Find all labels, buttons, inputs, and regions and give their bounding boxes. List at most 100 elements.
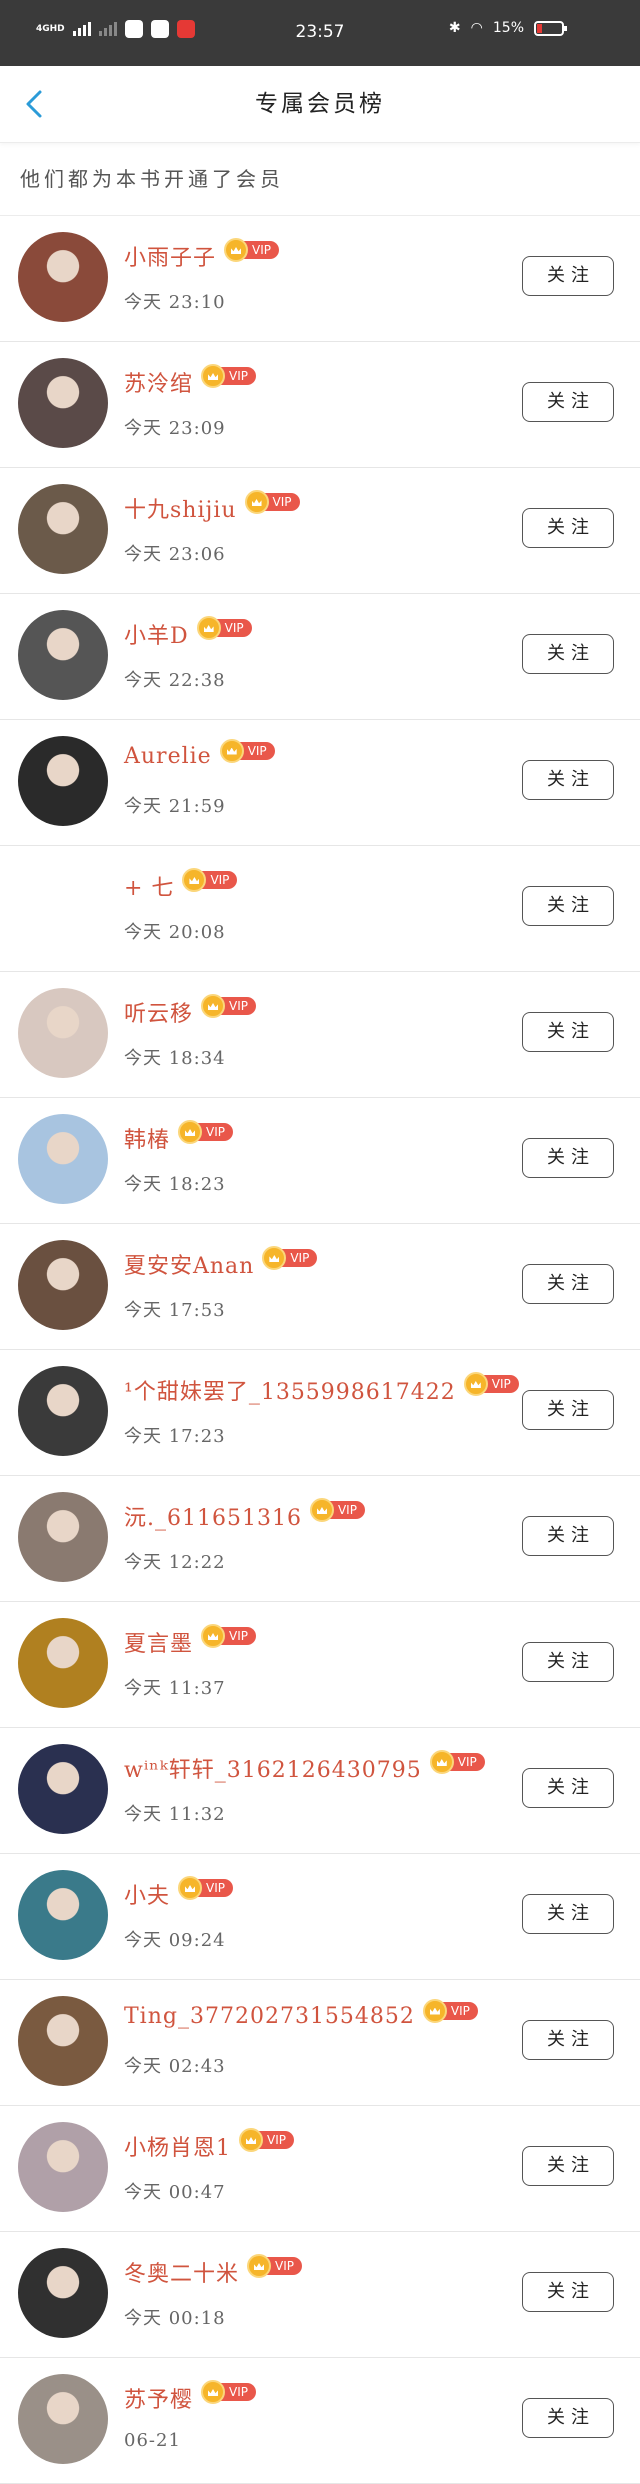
member-name[interactable]: 韩椿 (124, 1122, 170, 1154)
follow-button[interactable]: 关注 (522, 886, 614, 926)
follow-button[interactable]: 关注 (522, 760, 614, 800)
member-row[interactable]: wⁱⁿᵏ轩轩_3162126430795 VIP 今天 11:32 关注 (0, 1728, 640, 1854)
follow-button[interactable]: 关注 (522, 2398, 614, 2438)
vip-badge: VIP (422, 1998, 478, 2023)
avatar[interactable] (18, 1870, 108, 1960)
member-row[interactable]: 苏泠绾 VIP 今天 23:09 关注 (0, 342, 640, 468)
follow-button[interactable]: 关注 (522, 1642, 614, 1682)
member-name[interactable]: 苏予樱 (124, 2382, 193, 2414)
follow-button[interactable]: 关注 (522, 1264, 614, 1304)
avatar[interactable] (18, 1618, 108, 1708)
name-line: Ting_377202731554852 VIP (124, 1998, 478, 2029)
member-row[interactable]: 十九shijiu VIP 今天 23:06 关注 (0, 468, 640, 594)
crown-icon (309, 1498, 334, 1522)
member-row[interactable]: ¹个甜妹罢了_1355998617422 VIP 今天 17:23 关注 (0, 1350, 640, 1476)
member-name[interactable]: 小羊D (124, 618, 189, 650)
battery-percent: 15% (492, 20, 524, 36)
name-line: ¹个甜妹罢了_1355998617422 VIP (124, 1372, 519, 1406)
name-line: 小雨子子 VIP (124, 238, 279, 272)
follow-button[interactable]: 关注 (522, 508, 614, 548)
member-row[interactable]: 沅._611651316 VIP 今天 12:22 关注 (0, 1476, 640, 1602)
crown-icon (244, 490, 269, 514)
follow-button[interactable]: 关注 (522, 1138, 614, 1178)
join-time: 今天 02:43 (124, 2056, 226, 2077)
status-right: ✱ ◠ 15% (449, 20, 567, 36)
member-row[interactable]: 小杨肖恩1 VIP 今天 00:47 关注 (0, 2106, 640, 2232)
follow-button[interactable]: 关注 (522, 1516, 614, 1556)
join-time: 今天 23:06 (124, 544, 226, 565)
member-row[interactable]: 夏言墨 VIP 今天 11:37 关注 (0, 1602, 640, 1728)
avatar[interactable] (18, 736, 108, 826)
vip-badge: VIP (244, 490, 300, 514)
member-name[interactable]: 夏安安Anan (124, 1248, 254, 1280)
member-row[interactable]: 小雨子子 VIP 今天 23:10 关注 (0, 216, 640, 342)
crown-icon (201, 994, 226, 1018)
member-row[interactable]: 苏予樱 VIP 06-21 关注 (0, 2358, 640, 2484)
member-row[interactable]: 听云移 VIP 今天 18:34 关注 (0, 972, 640, 1098)
nav-bar: 专属会员榜 (0, 66, 640, 143)
follow-button[interactable]: 关注 (522, 1894, 614, 1934)
follow-button[interactable]: 关注 (522, 2272, 614, 2312)
member-name[interactable]: 小雨子子 (124, 240, 216, 272)
avatar[interactable] (18, 1996, 108, 2086)
list-description: 他们都为本书开通了会员 (0, 143, 640, 216)
member-row[interactable]: Aurelie VIP 今天 21:59 关注 (0, 720, 640, 846)
member-row[interactable]: 小夫 VIP 今天 09:24 关注 (0, 1854, 640, 1980)
member-name[interactable]: + 七 (124, 870, 174, 902)
member-name[interactable]: 听云移 (124, 996, 193, 1028)
member-name[interactable]: 冬奥二十米 (124, 2256, 239, 2288)
member-name[interactable]: 小夫 (124, 1878, 170, 1910)
follow-button[interactable]: 关注 (522, 2146, 614, 2186)
follow-button[interactable]: 关注 (522, 256, 614, 296)
member-row[interactable]: 小羊D VIP 今天 22:38 关注 (0, 594, 640, 720)
member-row[interactable]: 冬奥二十米 VIP 今天 00:18 关注 (0, 2232, 640, 2358)
member-name[interactable]: 十九shijiu (124, 492, 237, 524)
member-name[interactable]: ¹个甜妹罢了_1355998617422 (124, 1374, 456, 1406)
member-name[interactable]: Aurelie (124, 744, 212, 769)
follow-button[interactable]: 关注 (522, 382, 614, 422)
join-time: 今天 18:34 (124, 1048, 226, 1069)
member-name[interactable]: Ting_377202731554852 (124, 2004, 415, 2029)
join-time: 今天 23:10 (124, 292, 226, 313)
member-name[interactable]: 小杨肖恩1 (124, 2130, 231, 2162)
back-button[interactable] (18, 86, 54, 122)
avatar[interactable] (18, 2248, 108, 2338)
name-line: 冬奥二十米 VIP (124, 2254, 302, 2288)
member-name[interactable]: wⁱⁿᵏ轩轩_3162126430795 (124, 1752, 422, 1784)
avatar[interactable] (18, 2122, 108, 2212)
crown-icon (463, 1372, 488, 1396)
avatar[interactable] (18, 358, 108, 448)
join-time: 今天 20:08 (124, 922, 226, 943)
avatar[interactable] (18, 862, 108, 952)
member-name[interactable]: 沅._611651316 (124, 1500, 302, 1532)
avatar[interactable] (18, 1492, 108, 1582)
avatar[interactable] (18, 232, 108, 322)
name-line: 小杨肖恩1 VIP (124, 2128, 294, 2162)
status-bar: 4GHD 23:57 ✱ ◠ 15% (0, 0, 640, 66)
join-time: 今天 18:23 (124, 1174, 226, 1195)
avatar[interactable] (18, 1744, 108, 1834)
avatar[interactable] (18, 1366, 108, 1456)
avatar[interactable] (18, 484, 108, 574)
avatar[interactable] (18, 988, 108, 1078)
member-name[interactable]: 苏泠绾 (124, 366, 193, 398)
follow-button[interactable]: 关注 (522, 2020, 614, 2060)
member-row[interactable]: 夏安安Anan VIP 今天 17:53 关注 (0, 1224, 640, 1350)
vip-badge: VIP (201, 994, 256, 1018)
follow-button[interactable]: 关注 (522, 1390, 614, 1430)
avatar[interactable] (18, 2374, 108, 2464)
follow-button[interactable]: 关注 (522, 1768, 614, 1808)
vip-badge: VIP (178, 1120, 233, 1144)
vip-badge: VIP (429, 1750, 485, 1774)
member-row[interactable]: 韩椿 VIP 今天 18:23 关注 (0, 1098, 640, 1224)
follow-button[interactable]: 关注 (522, 1012, 614, 1052)
vip-badge: VIP (182, 868, 238, 892)
avatar[interactable] (18, 1240, 108, 1330)
avatar[interactable] (18, 1114, 108, 1204)
join-time: 今天 21:59 (124, 796, 226, 817)
member-row[interactable]: + 七 VIP 今天 20:08 关注 (0, 846, 640, 972)
avatar[interactable] (18, 610, 108, 700)
follow-button[interactable]: 关注 (522, 634, 614, 674)
member-row[interactable]: Ting_377202731554852 VIP 今天 02:43 关注 (0, 1980, 640, 2106)
member-name[interactable]: 夏言墨 (124, 1626, 193, 1658)
